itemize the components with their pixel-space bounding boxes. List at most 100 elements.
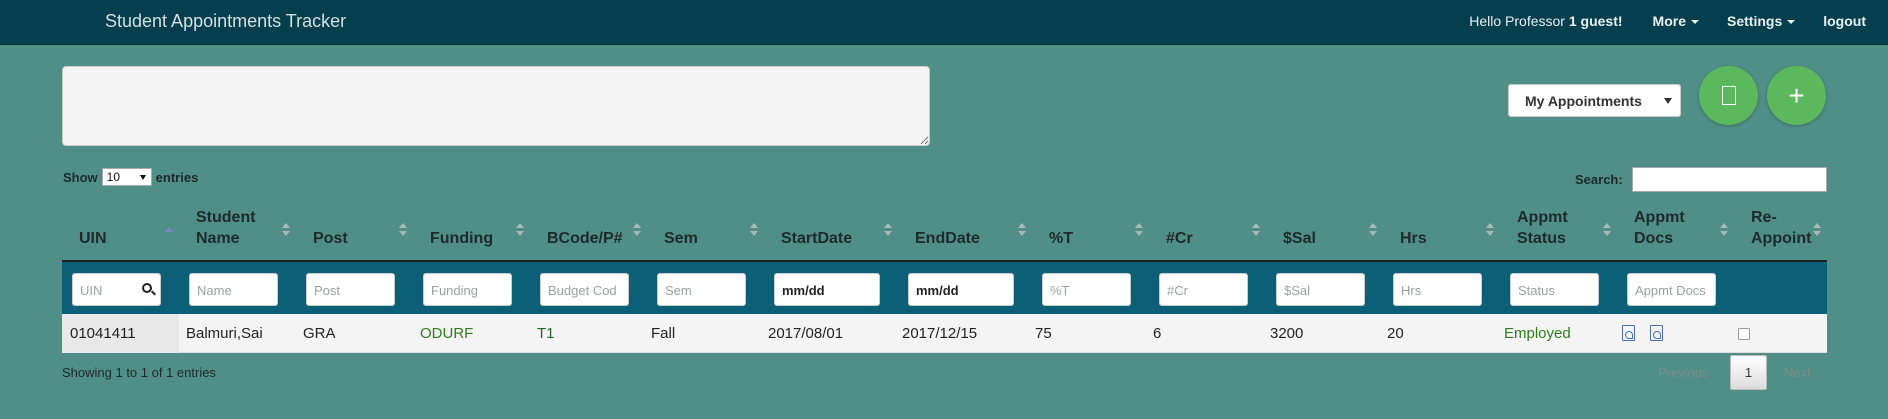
document-icon [1721,86,1736,105]
sort-icon [399,223,407,237]
cell-salary: 3200 [1270,325,1304,342]
more-menu[interactable]: More [1653,13,1699,29]
column-header-label: EndDate [915,230,980,247]
cell-appmt-status: Employed [1504,325,1571,342]
column-header-label: Student Name [196,209,256,247]
column-header-label: Re-Appoint [1751,209,1812,247]
filter-budget-code-input[interactable]: Budget Cod [540,273,629,306]
sort-icon [516,223,524,237]
column-header-appmt-status[interactable]: Appmt Status [1500,200,1617,260]
dropdown-arrow-icon [1664,98,1672,104]
next-page-button[interactable]: Next [1784,365,1811,380]
filter-post-input[interactable]: Post [306,273,395,306]
cell-post: GRA [303,325,336,342]
sort-icon [1720,223,1728,237]
column-header-label: BCode/P# [547,230,623,247]
document-button[interactable] [1699,66,1758,125]
caret-down-icon [1691,20,1699,24]
appointments-view-select[interactable]: My Appointments [1508,84,1681,117]
column-header-appmt-docs[interactable]: Appmt Docs [1617,200,1734,260]
previous-page-button[interactable]: Previous [1658,365,1709,380]
entries-per-page-value: 10 [106,170,121,184]
cell-credits: 6 [1153,325,1162,342]
column-header-label: #Cr [1166,230,1193,247]
filter-name-input[interactable]: Name [189,273,278,306]
cell-sem: Fall [651,325,676,342]
column-header-salary[interactable]: $Sal [1266,200,1383,260]
column-filter-row: UIN Name Post Funding Budget Cod Sem mm/… [62,262,1827,314]
column-header-reappoint[interactable]: Re-Appoint [1734,200,1827,260]
column-header-credits[interactable]: #Cr [1149,200,1266,260]
column-header-sem[interactable]: Sem [647,200,764,260]
show-entries-control: Show 10 entries [63,168,198,186]
logout-link[interactable]: logout [1823,13,1866,29]
filter-sem-input[interactable]: Sem [657,273,746,306]
column-header-label: Appmt Status [1517,209,1568,247]
filter-salary-input[interactable]: $Sal [1276,273,1365,306]
greeting: Hello Professor 1 guest! [1469,13,1622,29]
greeting-prefix: Hello Professor [1469,13,1565,29]
column-header-bcode[interactable]: BCode/P# [530,200,647,260]
sort-icon [1135,223,1143,237]
cell-student-name: Balmuri,Sai [186,325,263,342]
pdf-icon[interactable] [1622,325,1635,341]
column-header-uin[interactable]: UIN [62,200,179,260]
notes-textarea[interactable] [62,66,930,146]
column-header-startdate[interactable]: StartDate [764,200,898,260]
sort-icon [633,223,641,237]
sort-icon [1603,223,1611,237]
sort-icon [1018,223,1026,237]
filter-docs-input[interactable]: Appmt Docs [1627,273,1716,306]
filter-funding-input[interactable]: Funding [423,273,512,306]
filter-uin-input[interactable]: UIN [72,273,161,306]
search-icon [142,283,152,293]
cell-pct-t: 75 [1035,325,1052,342]
cell-startdate: 2017/08/01 [768,325,844,342]
filter-credits-input[interactable]: #Cr [1159,273,1248,306]
filter-startdate-input[interactable]: mm/dd [774,273,880,306]
column-header-label: Hrs [1400,230,1427,247]
add-appointment-button[interactable]: + [1767,66,1826,125]
cell-uin: 01041411 [70,325,136,342]
reappoint-checkbox[interactable] [1738,328,1750,340]
cell-hours: 20 [1387,325,1404,342]
appointments-view-select-value: My Appointments [1525,93,1642,109]
cell-bcode: T1 [537,325,555,342]
caret-down-icon [1787,20,1796,24]
pdf-icon[interactable] [1650,325,1663,341]
table-row[interactable]: 01041411 Balmuri,Sai GRA ODURF T1 Fall 2… [62,314,1827,353]
column-header-pct-t[interactable]: %T [1032,200,1149,260]
sort-asc-icon [165,223,173,237]
table-info: Showing 1 to 1 of 1 entries [62,365,216,380]
column-header-student-name[interactable]: Student Name [179,200,296,260]
filter-pct-t-input[interactable]: %T [1042,273,1131,306]
top-navbar: Student Appointments Tracker Hello Profe… [0,0,1888,45]
column-header-enddate[interactable]: EndDate [898,200,1032,260]
filter-status-input[interactable]: Status [1510,273,1599,306]
column-header-hours[interactable]: Hrs [1383,200,1500,260]
column-header-label: Funding [430,230,494,247]
filter-enddate-input[interactable]: mm/dd [908,273,1014,306]
table-search-input[interactable] [1632,167,1827,192]
sort-icon [282,223,290,237]
sort-icon [750,223,758,237]
filter-hours-input[interactable]: Hrs [1393,273,1482,306]
show-label: Show [63,169,98,185]
plus-icon: + [1788,79,1805,111]
column-header-label: Post [313,230,348,247]
app-title[interactable]: Student Appointments Tracker [105,11,346,32]
column-header-funding[interactable]: Funding [413,200,530,260]
table-header: UIN Student Name Post Funding BCode/P# S… [62,200,1827,262]
dropdown-arrow-icon [139,175,146,180]
sort-icon [1252,223,1260,237]
column-header-label: %T [1049,230,1073,247]
column-header-label: UIN [79,230,107,247]
appointments-table: UIN Student Name Post Funding BCode/P# S… [62,200,1827,353]
sort-icon [1369,223,1377,237]
page-1-button[interactable]: 1 [1730,355,1767,390]
settings-menu[interactable]: Settings [1727,13,1796,29]
settings-menu-label: Settings [1727,13,1783,29]
column-header-post[interactable]: Post [296,200,413,260]
search-label: Search: [1575,172,1623,187]
entries-per-page-select[interactable]: 10 [101,168,152,186]
